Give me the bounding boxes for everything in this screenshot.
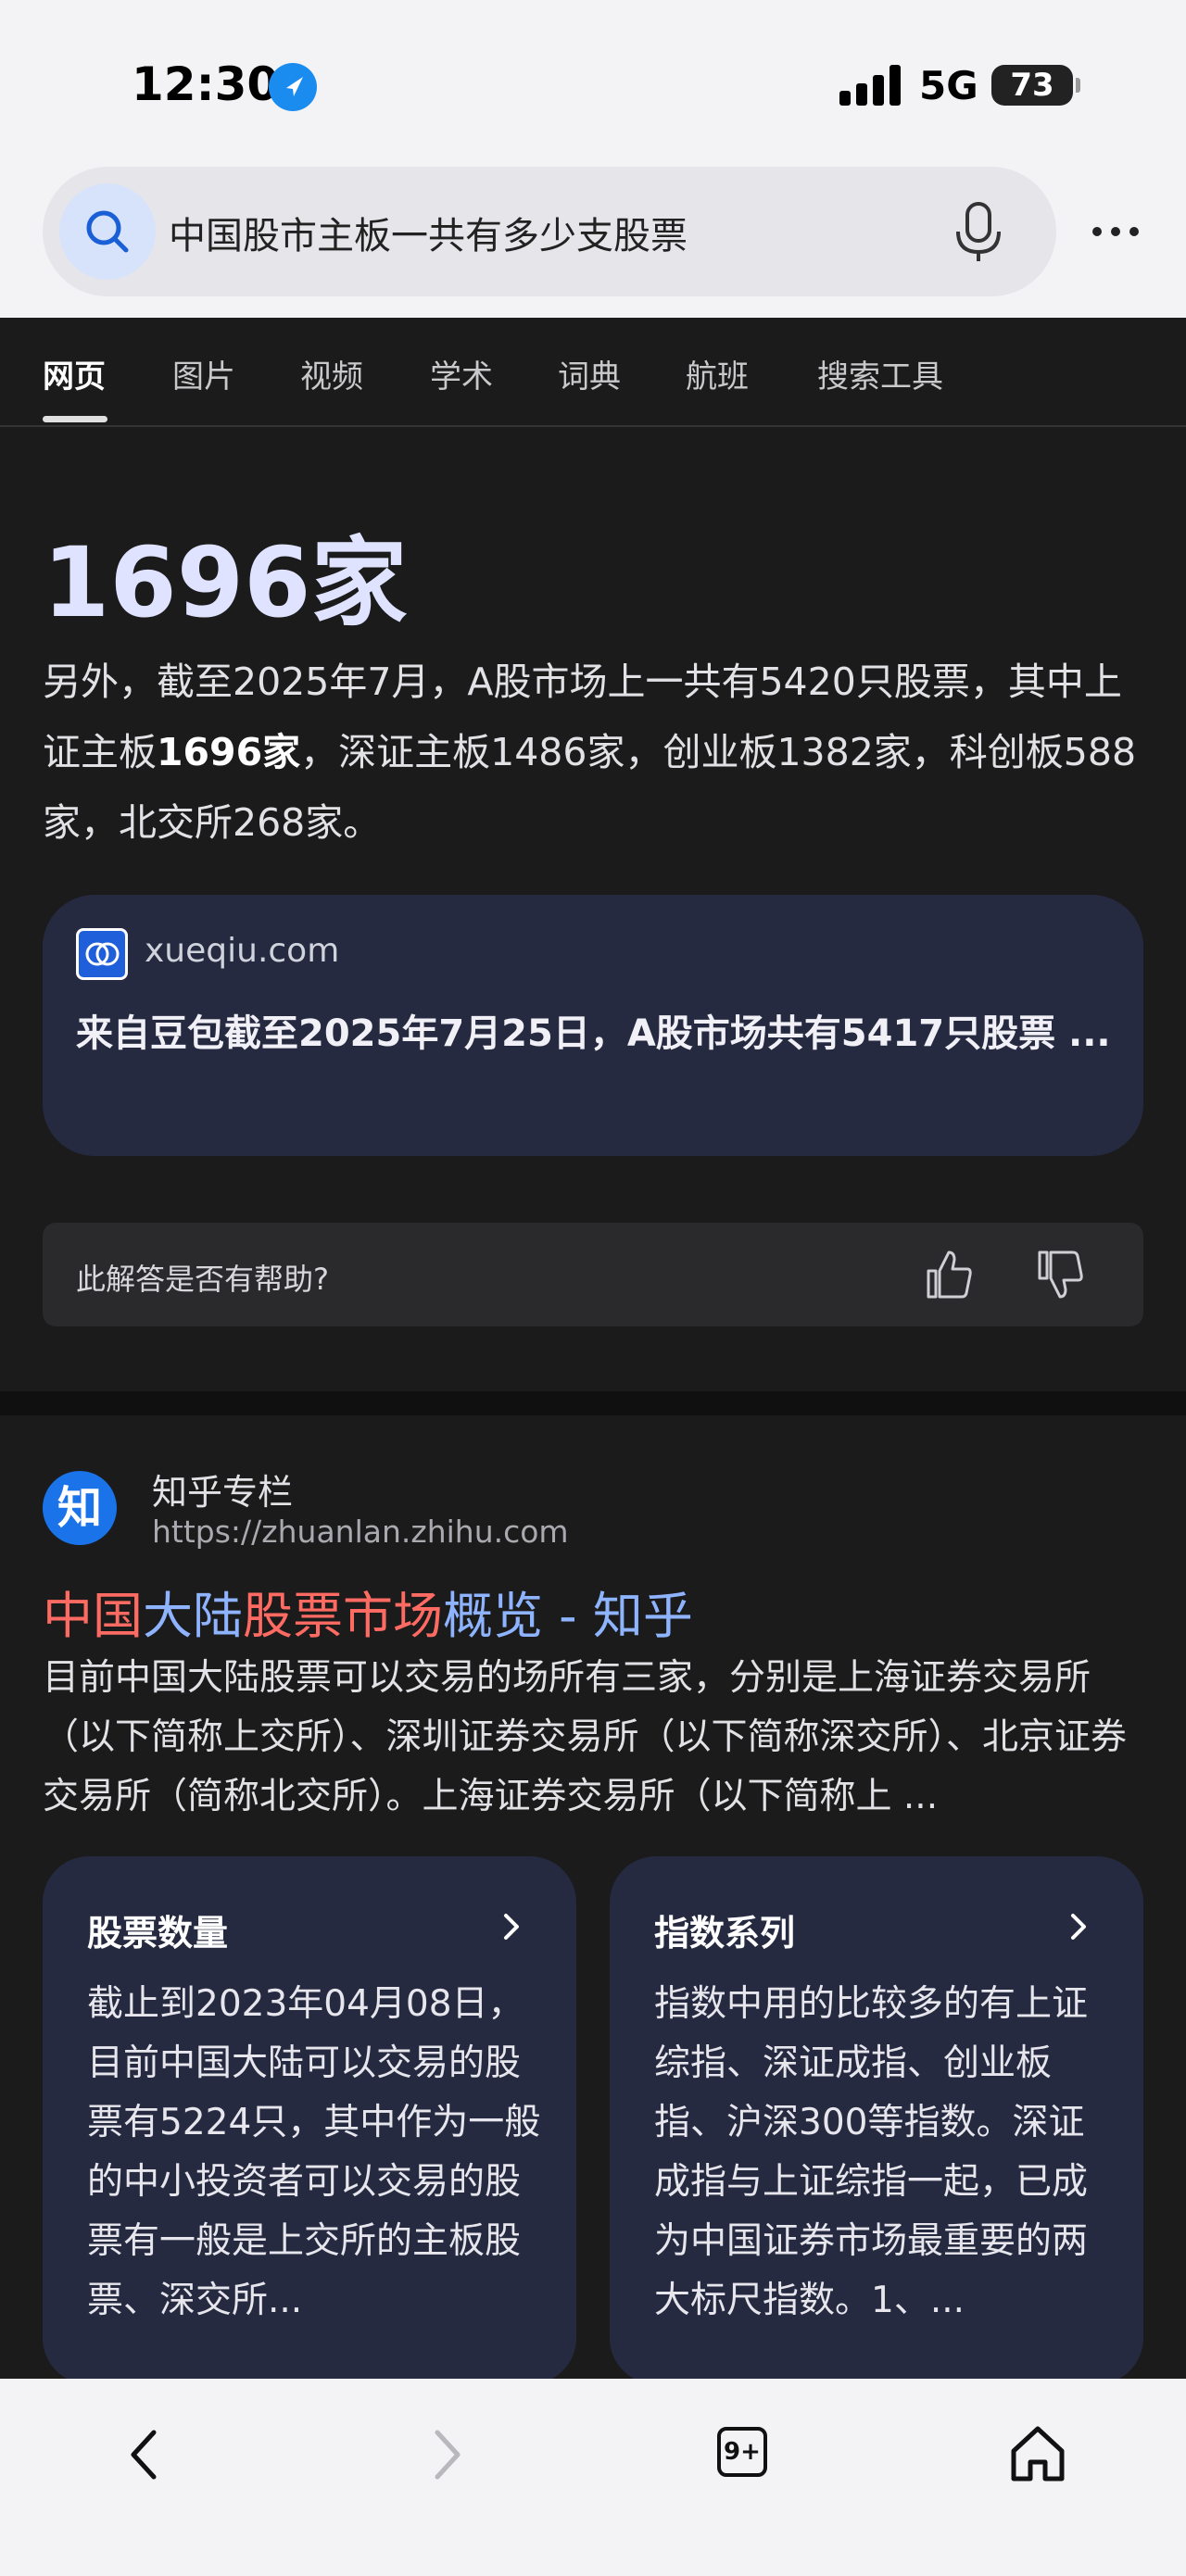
battery-icon: 73: [991, 65, 1080, 106]
tab-videos[interactable]: 视频: [300, 351, 363, 396]
subcard-heading: 股票数量: [87, 1913, 229, 1954]
subcard-body: 截止到2023年04月08日，目前中国大陆可以交易的股票有5224只，其中作为一…: [87, 1983, 541, 2321]
answer-card: 1696家 另外，截至2025年7月，A股市场上一共有5420只股票，其中上证主…: [0, 428, 1186, 1391]
location-arrow-icon: [269, 63, 317, 111]
chevron-right-icon: [493, 1908, 530, 1945]
back-icon[interactable]: [109, 2418, 183, 2492]
bottom-toolbar: 9+: [0, 2379, 1186, 2576]
thumbs-up-icon[interactable]: [919, 1245, 978, 1304]
result-title-link[interactable]: 中国大陆股票市场概览 - 知乎: [43, 1575, 693, 1648]
title-part: 中国: [43, 1587, 143, 1645]
search-tabs: 网页 图片 视频 学术 词典 航班 搜索工具: [0, 318, 1186, 427]
answer-source-card[interactable]: xueqiu.com 来自豆包截至2025年7月25日，A股市场共有5417只股…: [43, 895, 1143, 1156]
more-options-icon[interactable]: [1086, 209, 1145, 254]
result-subcard-stock-count[interactable]: 股票数量 截止到2023年04月08日，目前中国大陆可以交易的股票有5224只，…: [43, 1856, 576, 2384]
subcard-heading: 指数系列: [654, 1913, 796, 1954]
status-bar: 12:30 5G 73: [0, 0, 1186, 167]
search-input[interactable]: 中国股市主板一共有多少支股票: [169, 206, 688, 259]
chevron-right-icon: [1060, 1908, 1097, 1945]
result-url: https://zhuanlan.zhihu.com: [152, 1514, 569, 1550]
result-snippet: 目前中国大陆股票可以交易的场所有三家，分别是上海证券交易所（以下简称上交所）、深…: [43, 1657, 1128, 1817]
title-part: 概览 - 知乎: [443, 1587, 693, 1645]
thumbs-down-icon[interactable]: [1030, 1245, 1090, 1304]
result-site-name: 知乎专栏: [152, 1472, 294, 1513]
tab-web[interactable]: 网页: [43, 351, 106, 396]
search-bar[interactable]: 中国股市主板一共有多少支股票: [43, 167, 1056, 296]
network-type: 5G: [919, 63, 978, 108]
feedback-bar: 此解答是否有帮助?: [43, 1223, 1143, 1326]
tab-dictionary[interactable]: 词典: [558, 351, 621, 396]
tabs-count-icon[interactable]: 9+: [717, 2427, 767, 2477]
zhihu-logo-icon: 知: [43, 1471, 117, 1545]
tab-images[interactable]: 图片: [172, 351, 235, 396]
section-divider: [0, 1391, 1186, 1415]
answer-headline: 1696家: [43, 526, 408, 639]
subcard-body: 指数中用的比较多的有上证综指、深证成指、创业板指、沪深300等指数。深证成指与上…: [654, 1983, 1089, 2321]
answer-text: 另外，截至2025年7月，A股市场上一共有5420只股票，其中上证主板1696家…: [43, 647, 1145, 858]
forward-icon[interactable]: [408, 2418, 482, 2492]
feedback-prompt: 此解答是否有帮助?: [76, 1262, 329, 1297]
active-tab-indicator: [43, 416, 107, 422]
source-domain: xueqiu.com: [145, 932, 340, 970]
status-time: 12:30: [132, 57, 280, 111]
top-header: 12:30 5G 73 中国股市主板一共有多少支股票: [0, 0, 1186, 318]
title-part: 股票市场: [243, 1587, 443, 1645]
tab-flights[interactable]: 航班: [686, 351, 749, 396]
microphone-icon[interactable]: [941, 195, 1016, 269]
result-subcard-index-series[interactable]: 指数系列 指数中用的比较多的有上证综指、深证成指、创业板指、沪深300等指数。深…: [610, 1856, 1143, 2384]
cellular-signal-icon: [839, 65, 904, 106]
search-icon[interactable]: [59, 183, 156, 280]
search-result: 知 知乎专栏 https://zhuanlan.zhihu.com 中国大陆股票…: [0, 1415, 1186, 2384]
home-icon[interactable]: [1001, 2418, 1075, 2492]
source-title[interactable]: 来自豆包截至2025年7月25日，A股市场共有5417只股票 ...: [76, 1004, 1114, 1063]
answer-text-bold: 1696家: [157, 730, 301, 774]
tab-academic[interactable]: 学术: [430, 351, 493, 396]
tab-search-tools[interactable]: 搜索工具: [817, 351, 943, 396]
xueqiu-logo-icon: [76, 928, 128, 980]
title-part: 大陆: [143, 1587, 243, 1645]
